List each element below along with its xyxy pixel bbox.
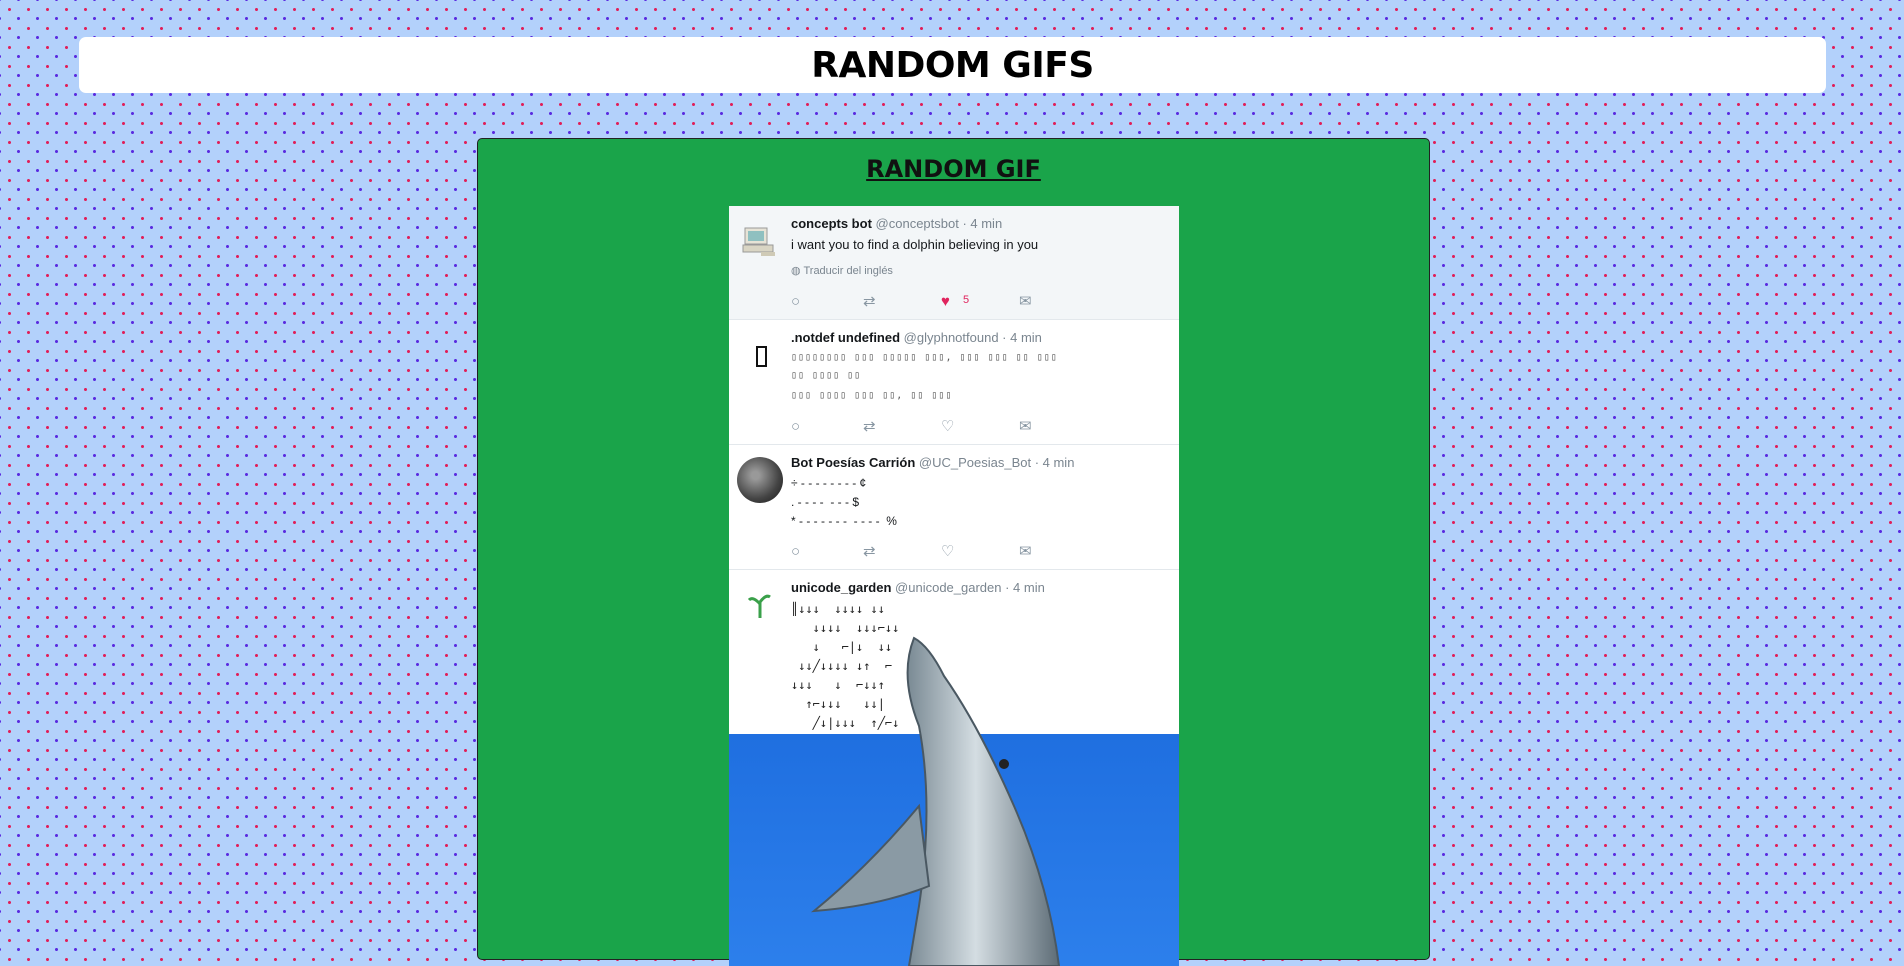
header-bar: RANDOM GIFS bbox=[79, 37, 1826, 93]
page-title: RANDOM GIFS bbox=[811, 44, 1094, 86]
gif-image: concepts bot @conceptsbot · 4 min i want… bbox=[729, 206, 1179, 966]
dolphin-image bbox=[810, 636, 1061, 966]
panel-title[interactable]: RANDOM GIF bbox=[478, 155, 1429, 183]
random-gif-panel: RANDOM GIF concepts bot @conceptsbot · 4… bbox=[477, 138, 1430, 966]
